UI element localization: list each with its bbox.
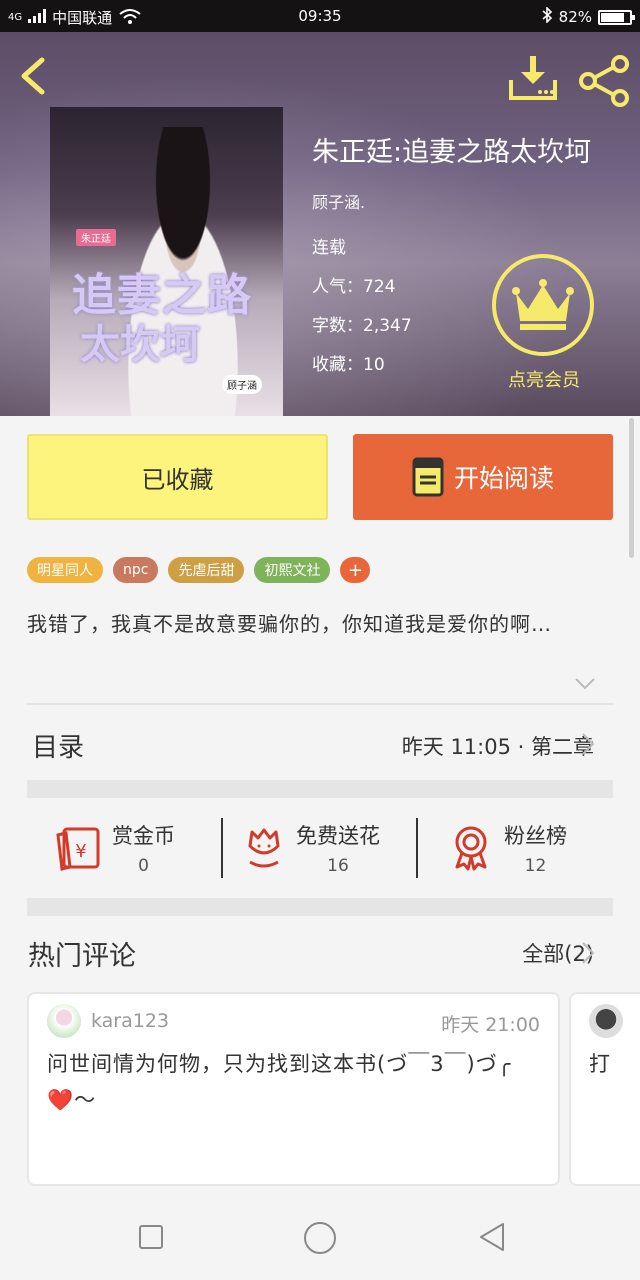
stat-label: 粉丝榜 (504, 824, 567, 848)
stat-label: 免费送花 (296, 824, 380, 848)
book-icon (412, 457, 444, 497)
comment-card[interactable]: 打 (569, 992, 640, 1186)
chevron-down-icon (575, 678, 595, 690)
system-nav-bar (0, 1200, 640, 1280)
stat-label: 赏金币 (112, 824, 175, 848)
stat-value: 12 (524, 856, 547, 876)
home-button[interactable] (303, 1221, 337, 1259)
section-separator (27, 898, 613, 916)
cover-signature: 顾子涵 (222, 375, 262, 394)
section-separator (27, 780, 613, 798)
battery-percent: 82% (558, 8, 592, 26)
reward-coins-button[interactable]: ¥ 赏金币 0 (56, 818, 175, 878)
flower-icon (248, 828, 280, 868)
comment-username[interactable]: kara123 (91, 1010, 169, 1032)
expand-synopsis-button[interactable] (573, 676, 597, 692)
toc-chevron-right-icon[interactable] (581, 732, 595, 756)
author-name[interactable]: 顾子涵. (312, 189, 640, 213)
avatar[interactable] (47, 1004, 81, 1038)
download-icon (509, 56, 557, 100)
favorited-button[interactable]: 已收藏 (27, 434, 328, 520)
divider (27, 703, 613, 705)
book-header: 朱正廷 追妻之路 太坎坷 顾子涵 朱正廷:追妻之路太坎坷 顾子涵. 连载 人气：… (0, 32, 640, 416)
synopsis-text: 我错了，我真不是故意要骗你的，你知道我是爱你的啊… (27, 612, 552, 636)
book-info: 朱正廷:追妻之路太坎坷 顾子涵. 连载 人气：724 字数：2,347 收藏：1… (312, 130, 640, 375)
square-icon (139, 1225, 163, 1249)
recent-apps-button[interactable] (138, 1224, 164, 1254)
red-envelope-icon: ¥ (56, 827, 100, 871)
tag-chip[interactable]: 初熙文社 (254, 557, 331, 583)
favorited-label: 已收藏 (141, 465, 214, 494)
tag-chip[interactable]: npc (113, 557, 159, 583)
stat-value: 0 (138, 856, 149, 876)
medal-icon (455, 826, 487, 871)
toc-title[interactable]: 目录 (32, 727, 84, 764)
comment-card[interactable]: kara123 昨天 21:00 问世间情为何物，只为找到这本书(づ￣3￣)づ╭… (27, 992, 560, 1186)
status-bar: 4G 中国联通 09:35 82% (0, 0, 640, 32)
start-reading-label: 开始阅读 (453, 464, 554, 493)
stat-value: 16 (327, 856, 349, 876)
avatar[interactable] (589, 1004, 623, 1038)
share-icon (579, 55, 629, 107)
download-button[interactable] (508, 54, 558, 102)
tag-chip[interactable]: 明星同人 (27, 557, 103, 583)
scrollbar[interactable] (629, 418, 634, 558)
send-flowers-button[interactable]: 免费送花 16 (244, 818, 380, 878)
back-nav-button[interactable] (478, 1222, 506, 1256)
cover-title-line2: 太坎坷 (80, 322, 200, 368)
book-title: 朱正廷:追妻之路太坎坷 (312, 137, 592, 168)
fan-ranking-button[interactable]: 粉丝榜 12 (450, 818, 567, 878)
comments-chevron-right-icon[interactable] (581, 941, 595, 965)
tag-list: 明星同人 npc 先虐后甜 初熙文社 + (27, 557, 371, 583)
hot-comments-title: 热门评论 (28, 941, 136, 972)
bluetooth-icon (541, 6, 553, 27)
comment-time: 昨天 21:00 (441, 1014, 540, 1036)
tag-chip[interactable]: 先虐后甜 (168, 557, 245, 583)
vip-label[interactable]: 点亮会员 (494, 366, 594, 392)
chevron-left-icon (21, 57, 45, 95)
vip-button[interactable] (492, 254, 594, 356)
svg-text:¥: ¥ (75, 841, 86, 862)
share-button[interactable] (578, 54, 632, 108)
stat-divider (221, 818, 223, 878)
battery-icon (598, 9, 635, 25)
add-tag-button[interactable]: + (340, 557, 371, 583)
book-cover[interactable]: 朱正廷 追妻之路 太坎坷 顾子涵 (50, 107, 283, 416)
latest-chapter[interactable]: 昨天 11:05 · 第二章 (402, 731, 594, 761)
stat-divider (416, 818, 418, 878)
crown-icon (512, 279, 574, 330)
back-button[interactable] (14, 56, 54, 96)
comment-text: 问世间情为何物，只为找到这本书(づ￣3￣)づ╭❤️～ (47, 1052, 512, 1112)
start-reading-button[interactable]: 开始阅读 (353, 434, 613, 520)
triangle-back-icon (480, 1223, 504, 1251)
serial-status: 连载 (312, 238, 346, 258)
circle-icon (304, 1222, 336, 1254)
cover-tag: 朱正廷 (76, 229, 116, 246)
comment-text: 打 (589, 1052, 611, 1076)
